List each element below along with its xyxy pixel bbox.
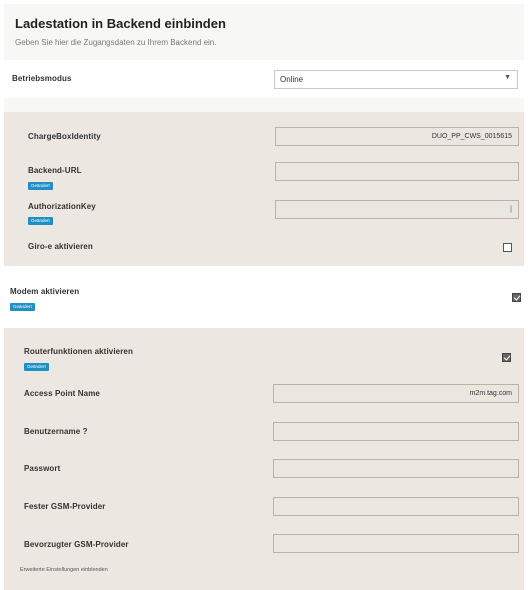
password-label: Passwort <box>24 464 61 473</box>
changed-badge: Geändert <box>28 182 53 190</box>
authorization-key-input[interactable]: | <box>275 200 519 219</box>
preferred-gsm-input[interactable] <box>273 534 519 553</box>
username-input[interactable] <box>273 422 519 441</box>
chargebox-input[interactable]: DUO_PP_CWS_0015615 <box>275 127 519 146</box>
changed-badge: Geändert <box>28 217 53 225</box>
changed-badge: Geändert <box>10 303 35 311</box>
router-functions-label: Routerfunktionen aktivieren <box>24 347 133 356</box>
page-title: Ladestation in Backend einbinden <box>15 16 226 31</box>
operating-mode-value: Online <box>280 75 304 84</box>
fixed-gsm-input[interactable] <box>273 497 519 516</box>
backend-url-label: Backend-URL <box>28 166 82 175</box>
backend-fields-panel: ChargeBoxIdentity DUO_PP_CWS_0015615 Bac… <box>4 112 524 266</box>
preferred-gsm-label: Bevorzugter GSM-Provider <box>24 540 129 549</box>
giro-e-label: Giro-e aktivieren <box>28 242 93 251</box>
apn-input[interactable]: m2m.tag.com <box>273 384 519 403</box>
advanced-settings-link[interactable]: Erweiterte Einstellungen einblenden <box>20 567 108 573</box>
operating-mode-row: Betriebsmodus Online ▼ <box>4 60 524 98</box>
fixed-gsm-label: Fester GSM-Provider <box>24 502 106 511</box>
chargebox-value: DUO_PP_CWS_0015615 <box>431 133 512 140</box>
chevron-down-icon: ▼ <box>504 74 511 81</box>
apn-value: m2m.tag.com <box>469 390 512 397</box>
apn-label: Access Point Name <box>24 389 100 398</box>
page-subtitle: Geben Sie hier die Zugangsdaten zu Ihrem… <box>15 38 217 47</box>
operating-mode-label: Betriebsmodus <box>12 74 72 83</box>
router-functions-checkbox[interactable] <box>502 353 511 362</box>
modem-fields-panel: Routerfunktionen aktivieren Geändert Acc… <box>4 328 524 590</box>
password-input[interactable] <box>273 459 519 478</box>
modem-row: Modem aktivieren Geändert <box>4 283 524 323</box>
modem-checkbox[interactable] <box>512 293 521 302</box>
username-label: Benutzername ? <box>24 427 88 436</box>
authorization-key-label: AuthorizationKey <box>28 202 96 211</box>
modem-label: Modem aktivieren <box>10 287 80 296</box>
chargebox-label: ChargeBoxIdentity <box>28 132 101 141</box>
changed-badge: Geändert <box>24 363 49 371</box>
backend-card: Ladestation in Backend einbinden Geben S… <box>4 4 524 266</box>
authorization-key-value: | <box>510 206 512 213</box>
backend-url-input[interactable] <box>275 162 519 181</box>
giro-e-checkbox[interactable] <box>503 243 512 252</box>
operating-mode-select[interactable]: Online ▼ <box>274 70 518 89</box>
